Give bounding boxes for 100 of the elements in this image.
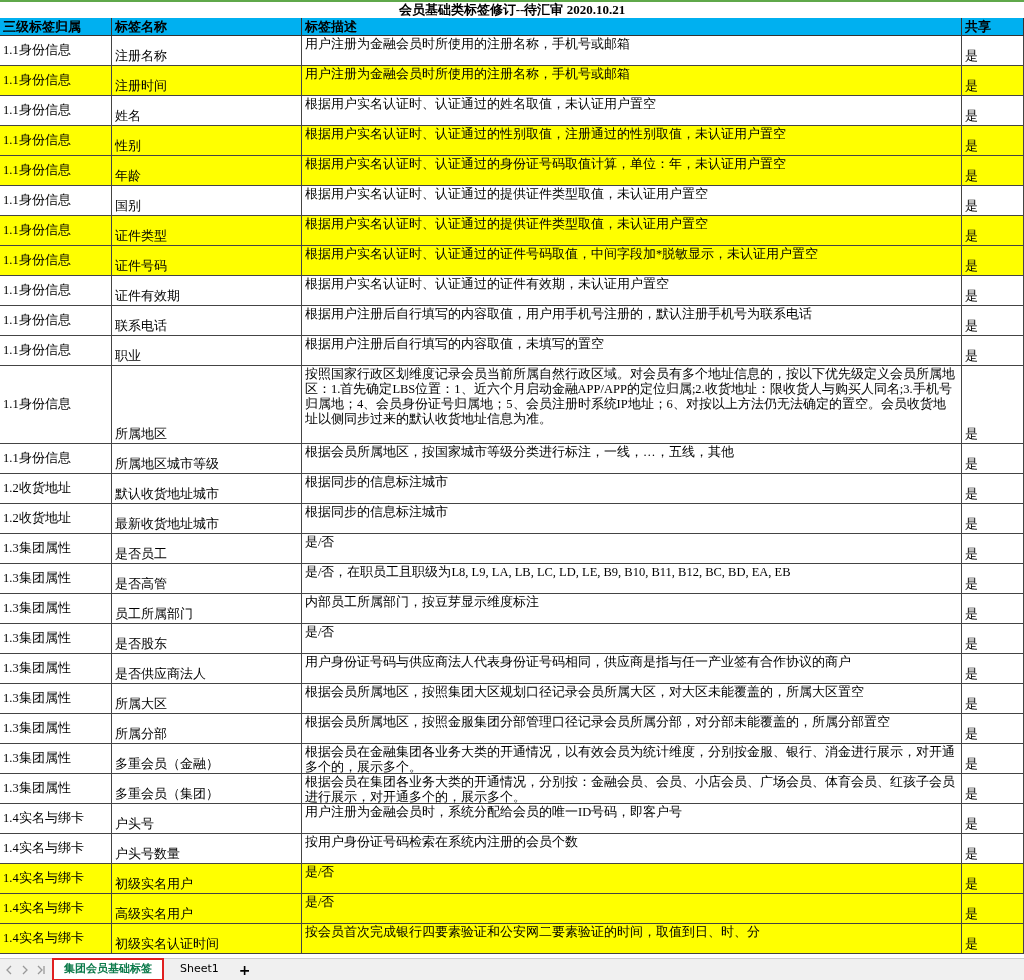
- description-cell: 是/否: [305, 895, 335, 910]
- shared-cell: 是: [965, 259, 978, 274]
- sheet-tab[interactable]: 集团会员基础标签: [52, 958, 164, 980]
- description-cell: 根据会员所属地区，按国家城市等级分类进行标注，一线，…，五线，其他: [305, 445, 734, 460]
- group-cell: 1.4实名与绑卡: [3, 811, 84, 826]
- name-cell: 是否供应商法人: [115, 667, 206, 682]
- description-cell: 根据用户实名认证时、认证通过的证件号码取值，中间字段加*脱敏显示，未认证用户置空: [305, 247, 819, 262]
- description-cell: 用户注册为金融会员时，系统分配给会员的唯一ID号码，即客户号: [305, 805, 683, 820]
- description-cell: 根据用户实名认证时、认证通过的提供证件类型取值，未认证用户置空: [305, 187, 708, 202]
- group-cell: 1.3集团属性: [3, 631, 71, 646]
- shared-cell: 是: [965, 877, 978, 892]
- name-cell: 户头号: [115, 817, 154, 832]
- shared-cell: 是: [965, 907, 978, 922]
- group-cell: 1.3集团属性: [3, 691, 71, 706]
- group-cell: 1.1身份信息: [3, 397, 71, 412]
- add-sheet-button[interactable]: +: [234, 962, 255, 977]
- name-cell: 多重会员（集团）: [115, 787, 219, 802]
- group-cell: 1.1身份信息: [3, 163, 71, 178]
- shared-cell: 是: [965, 49, 978, 64]
- description-cell: 根据用户注册后自行填写的内容取值，未填写的置空: [305, 337, 604, 352]
- next-sheet-icon[interactable]: [20, 963, 30, 976]
- shared-cell: 是: [965, 517, 978, 532]
- group-cell: 1.1身份信息: [3, 103, 71, 118]
- description-cell: 是/否: [305, 625, 335, 640]
- description-cell: 根据用户注册后自行填写的内容取值，用户用手机号注册的，默认注册手机号为联系电话: [305, 307, 812, 322]
- shared-cell: 是: [965, 319, 978, 334]
- name-cell: 是否高管: [115, 577, 167, 592]
- shared-cell: 是: [965, 637, 978, 652]
- shared-cell: 是: [965, 817, 978, 832]
- group-cell: 1.3集团属性: [3, 781, 71, 796]
- name-cell: 职业: [115, 349, 141, 364]
- description-cell: 根据用户实名认证时、认证通过的身份证号码取值计算，单位：年，未认证用户置空: [305, 157, 786, 172]
- description-cell: 用户注册为金融会员时所使用的注册名称，手机号或邮箱: [305, 37, 630, 52]
- shared-cell: 是: [965, 937, 978, 952]
- group-cell: 1.3集团属性: [3, 721, 71, 736]
- shared-cell: 是: [965, 229, 978, 244]
- description-cell-text: 按照国家行政区划维度记录会员当前所属自然行政区域。对会员有多个地址信息的，按以下优先级定义会员所属地区：1.首先确定LBS位置：1、近六个月启动金融APP/APP的定位归属;2.收货地址：限收货人与购买人同名;3.手机号归属地；4、会员身份证号归属地；5、会员注册时系统IP地址；6、对按以上方法仍无法确定的置空。会员收货地址以侧同步过来的默认收货地址信息为准。: [305, 367, 956, 427]
- shared-cell: 是: [965, 847, 978, 862]
- name-cell: 性别: [115, 139, 141, 154]
- column-header: 共享: [962, 18, 1024, 36]
- group-cell: 1.1身份信息: [3, 283, 71, 298]
- shared-cell: 是: [965, 607, 978, 622]
- shared-cell: 是: [965, 787, 978, 802]
- group-cell: 1.4实名与绑卡: [3, 931, 84, 946]
- shared-cell: 是: [965, 577, 978, 592]
- description-cell: 是/否: [305, 535, 335, 550]
- shared-cell: 是: [965, 169, 978, 184]
- group-cell: 1.3集团属性: [3, 601, 71, 616]
- description-cell: 根据同步的信息标注城市: [305, 505, 448, 520]
- shared-cell: 是: [965, 757, 978, 772]
- group-cell: 1.1身份信息: [3, 313, 71, 328]
- shared-cell: 是: [965, 79, 978, 94]
- name-cell: 是否股东: [115, 637, 167, 652]
- description-cell: 根据用户实名认证时、认证通过的证件有效期，未认证用户置空: [305, 277, 669, 292]
- shared-cell: 是: [965, 109, 978, 124]
- shared-cell: 是: [965, 349, 978, 364]
- name-cell: 员工所属部门: [115, 607, 193, 622]
- column-header: 标签名称: [112, 18, 302, 36]
- group-cell: 1.1身份信息: [3, 253, 71, 268]
- name-cell: 年龄: [115, 169, 141, 184]
- name-cell: 所属地区: [115, 427, 167, 442]
- group-cell: 1.3集团属性: [3, 541, 71, 556]
- description-cell: 用户注册为金融会员时所使用的注册名称，手机号或邮箱: [305, 67, 630, 82]
- name-cell: 注册时间: [115, 79, 167, 94]
- description-cell: 按会员首次完成银行四要素验证和公安网二要素验证的时间，取值到日、时、分: [305, 925, 760, 940]
- group-cell: 1.3集团属性: [3, 751, 71, 766]
- group-cell: 1.2收货地址: [3, 511, 71, 526]
- description-cell: 根据同步的信息标注城市: [305, 475, 448, 490]
- sheet-tab[interactable]: Sheet1: [170, 960, 229, 979]
- description-cell: 按用户身份证号码检索在系统内注册的会员个数: [305, 835, 578, 850]
- description-cell-text: 根据会员在集团各业务大类的开通情况，分别按：金融会员、会员、小店会员、广场会员、体育会员、红孩子会员进行展示，对开通多个的，展示多个。: [305, 775, 956, 803]
- description-cell: 是/否: [305, 865, 335, 880]
- name-cell: 所属大区: [115, 697, 167, 712]
- sheet-title: 会员基础类标签修订--待汇审 2020.10.21: [397, 2, 627, 18]
- name-cell: 证件有效期: [115, 289, 180, 304]
- description-cell: 根据用户实名认证时、认证通过的姓名取值，未认证用户置空: [305, 97, 656, 112]
- name-cell: 所属地区城市等级: [115, 457, 219, 472]
- group-cell: 1.1身份信息: [3, 73, 71, 88]
- group-cell: 1.1身份信息: [3, 343, 71, 358]
- name-cell: 多重会员（金融）: [115, 757, 219, 772]
- name-cell: 国别: [115, 199, 141, 214]
- name-cell: 最新收货地址城市: [115, 517, 219, 532]
- last-sheet-icon[interactable]: [36, 963, 46, 976]
- previous-sheet-icon[interactable]: [4, 963, 14, 976]
- name-cell: 高级实名用户: [115, 907, 193, 922]
- name-cell: 证件类型: [115, 229, 167, 244]
- shared-cell: 是: [965, 547, 978, 562]
- description-cell-text: 根据会员在金融集团各业务大类的开通情况，以有效会员为统计维度，分别按金服、银行、消金进行展示，对开通多个的，展示多个。: [305, 745, 956, 773]
- shared-cell: 是: [965, 199, 978, 214]
- name-cell: 联系电话: [115, 319, 167, 334]
- group-cell: 1.3集团属性: [3, 661, 71, 676]
- column-header: 三级标签归属: [0, 18, 112, 36]
- description-cell: 内部员工所属部门，按豆芽显示维度标注: [305, 595, 539, 610]
- name-cell: 是否员工: [115, 547, 167, 562]
- shared-cell: 是: [965, 727, 978, 742]
- description-cell: 是/否，在职员工且职级为L8, L9, LA, LB, LC, LD, LE, B9, B10, B11, B12, BC, BD, EA, EB: [305, 565, 791, 580]
- name-cell: 默认收货地址城市: [115, 487, 219, 502]
- group-cell: 1.1身份信息: [3, 451, 71, 466]
- group-cell: 1.1身份信息: [3, 223, 71, 238]
- description-cell: 根据用户实名认证时、认证通过的性别取值，注册通过的性别取值，未认证用户置空: [305, 127, 786, 142]
